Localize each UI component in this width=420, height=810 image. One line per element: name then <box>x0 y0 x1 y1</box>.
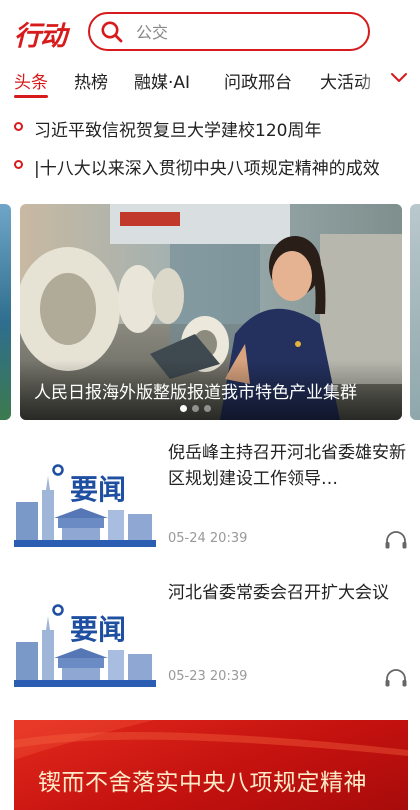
headline-item[interactable]: |十八大以来深入贯彻中央八项规定精神的成效 <box>0 150 420 182</box>
bullet-icon <box>14 122 23 131</box>
tab-public-inquiry[interactable]: 问政邢台 <box>224 68 292 93</box>
app-header: 行动 <box>0 0 420 62</box>
carousel-prev-slide[interactable] <box>0 204 11 420</box>
headline-item[interactable]: 习近平致信祝贺复旦大学建校120周年 <box>0 112 420 144</box>
headphones-icon[interactable] <box>384 530 408 550</box>
news-timestamp: 05-24 20:39 <box>168 531 248 546</box>
app-logo[interactable]: 行动 <box>14 14 67 53</box>
chevron-down-icon[interactable] <box>389 70 409 86</box>
bullet-icon <box>14 160 23 169</box>
active-tab-indicator <box>14 95 48 98</box>
banner-text: 锲而不舍落实中央八项规定精神 <box>38 770 367 796</box>
carousel-slide[interactable]: 人民日报海外版整版报道我市特色产业集群 <box>20 204 402 420</box>
carousel[interactable]: 人民日报海外版整版报道我市特色产业集群 <box>0 204 420 420</box>
carousel-dot[interactable] <box>180 405 187 412</box>
news-thumbnail: 要闻 <box>14 582 156 687</box>
headline-text: 习近平致信祝贺复旦大学建校120周年 <box>34 121 322 141</box>
news-title: 河北省委常委会召开扩大会议 <box>168 583 389 603</box>
tab-trending[interactable]: 热榜 <box>74 68 108 93</box>
search-bar[interactable] <box>88 12 370 51</box>
tab-media-ai[interactable]: 融媒·AI <box>134 68 190 93</box>
tab-fade <box>360 62 382 100</box>
news-timestamp: 05-23 20:39 <box>168 669 248 684</box>
carousel-dot[interactable] <box>204 405 211 412</box>
search-input[interactable] <box>136 21 356 43</box>
promo-banner[interactable]: 锲而不舍落实中央八项规定精神 <box>14 720 408 810</box>
carousel-dot[interactable] <box>192 405 199 412</box>
search-icon[interactable] <box>100 20 124 44</box>
tab-headlines[interactable]: 头条 <box>14 68 48 93</box>
thumbnail-label: 要闻 <box>70 613 127 646</box>
news-card[interactable]: 要闻 倪岳峰主持召开河北省委雄安新区规划建设工作领导… 05-24 20:39 <box>0 434 420 564</box>
carousel-caption: 人民日报海外版整版报道我市特色产业集群 <box>34 383 357 403</box>
news-title: 倪岳峰主持召开河北省委雄安新区规划建设工作领导… <box>168 443 406 489</box>
news-thumbnail: 要闻 <box>14 442 156 547</box>
carousel-next-slide[interactable] <box>410 204 420 420</box>
headphones-icon[interactable] <box>384 668 408 688</box>
thumbnail-label: 要闻 <box>70 473 127 506</box>
headline-text: |十八大以来深入贯彻中央八项规定精神的成效 <box>34 159 380 179</box>
news-card[interactable]: 要闻 河北省委常委会召开扩大会议 05-23 20:39 <box>0 574 420 704</box>
